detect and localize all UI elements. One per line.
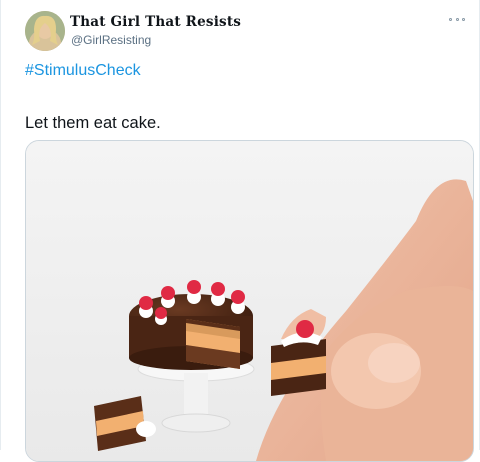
tweet-media-photo[interactable] bbox=[25, 140, 474, 462]
more-options-icon[interactable] bbox=[449, 14, 465, 24]
avatar-photo-icon bbox=[25, 11, 65, 51]
more-dot bbox=[462, 17, 465, 21]
miniature-cake-photo-icon bbox=[26, 141, 473, 461]
author-display-name[interactable]: That Girl That Resists bbox=[70, 14, 241, 30]
avatar[interactable] bbox=[25, 11, 65, 51]
more-dot bbox=[455, 17, 459, 21]
hashtag-link[interactable]: #StimulusCheck bbox=[25, 62, 141, 80]
author-handle[interactable]: @GirlResisting bbox=[71, 33, 151, 47]
tweet-text: Let them eat cake. bbox=[25, 114, 161, 132]
tweet-card: That Girl That Resists @GirlResisting #S… bbox=[0, 0, 480, 462]
more-dot bbox=[449, 17, 452, 21]
